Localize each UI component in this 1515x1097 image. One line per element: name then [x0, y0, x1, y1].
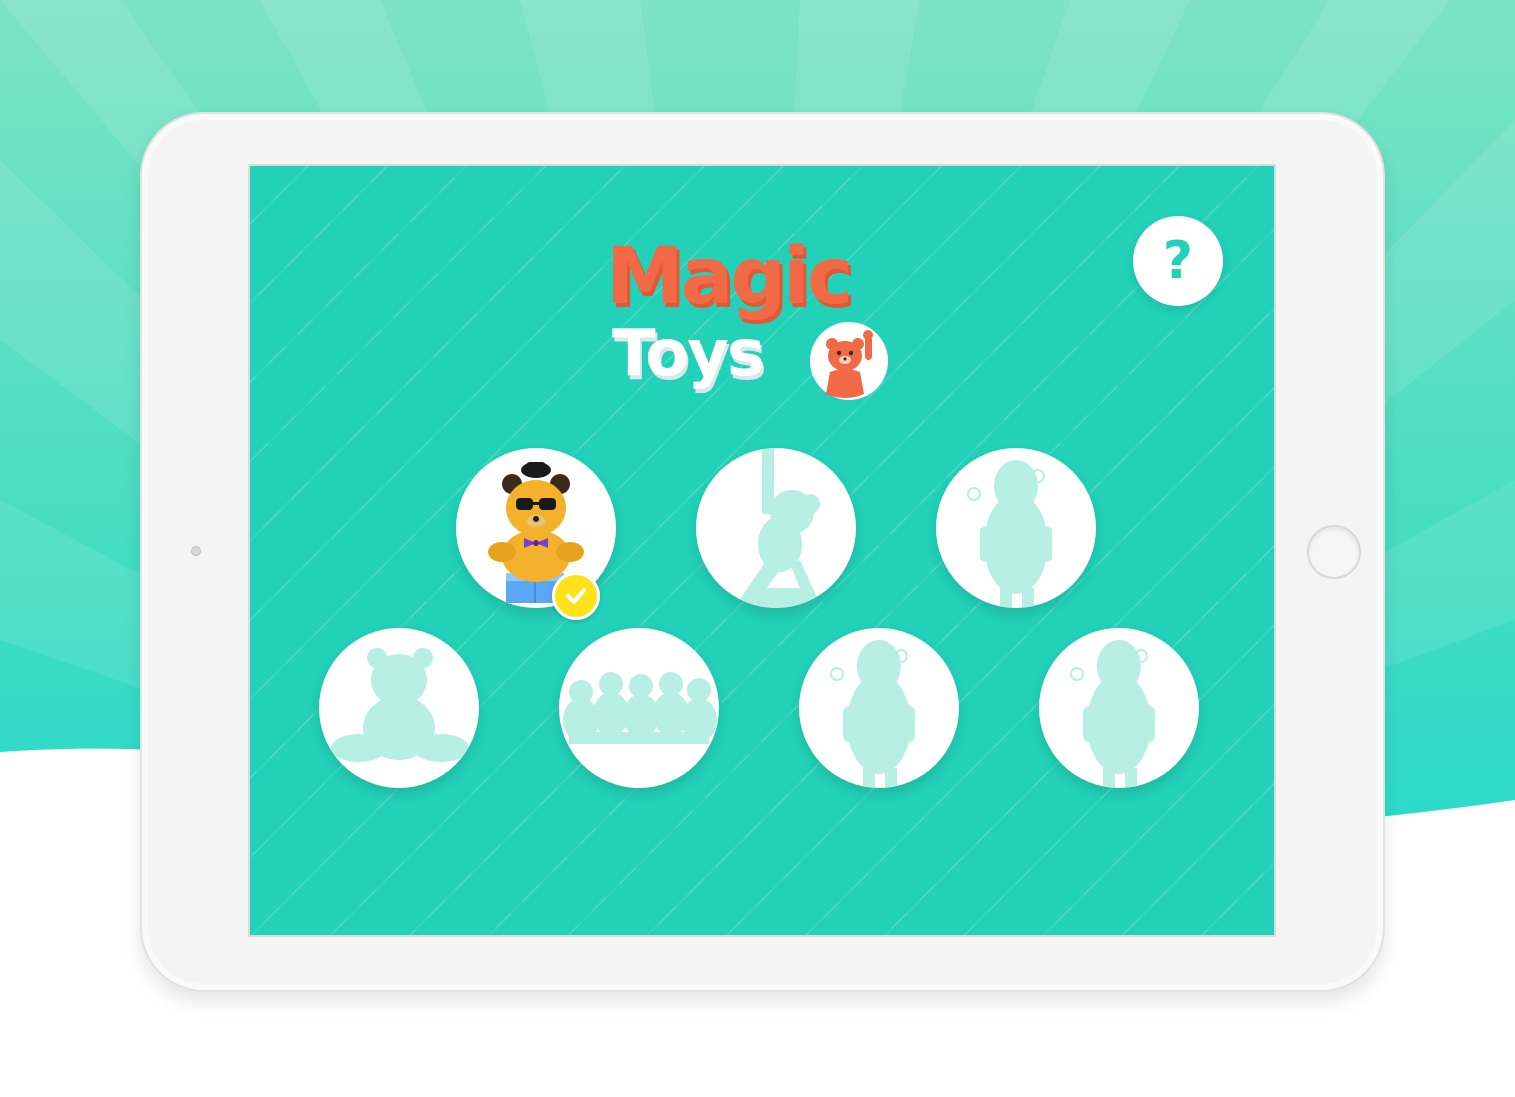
- locked-silhouette-icon: [830, 640, 915, 788]
- toy-bear-unlocked[interactable]: [456, 448, 616, 620]
- logo-title-magic: Magic: [606, 232, 853, 322]
- locked-silhouette-icon: [967, 460, 1052, 608]
- toy-2-image: [696, 448, 856, 608]
- toy-2-locked[interactable]: [696, 448, 856, 608]
- locked-silhouette-icon: [734, 448, 822, 608]
- help-button[interactable]: ?: [1133, 216, 1223, 306]
- toy-3-image: [936, 448, 1096, 608]
- locked-silhouette-icon: [563, 672, 717, 744]
- locked-silhouette-icon: [331, 648, 469, 762]
- toy-3-locked[interactable]: [936, 448, 1096, 608]
- app-logo: Magic Toys: [606, 238, 906, 408]
- toy-4-locked[interactable]: [319, 628, 479, 788]
- question-mark-icon: ?: [1162, 231, 1194, 291]
- logo-title-toys: Toys: [612, 317, 765, 391]
- toy-6-locked[interactable]: [799, 628, 959, 788]
- toy-7-image: [1039, 628, 1199, 788]
- toy-7-locked[interactable]: [1039, 628, 1199, 788]
- toy-4-image: [319, 628, 479, 788]
- toy-5-locked[interactable]: [559, 628, 719, 788]
- front-camera: [191, 546, 201, 556]
- locked-silhouette-icon: [1070, 640, 1155, 788]
- app-showcase: Magic Toys ?: [0, 0, 1515, 1097]
- toy-5-image: [559, 628, 719, 788]
- toy-6-image: [799, 628, 959, 788]
- completed-check-badge: [552, 572, 600, 620]
- bear-mascot-icon: [810, 322, 888, 400]
- checkmark-icon: [566, 588, 586, 604]
- app-screen: Magic Toys ?: [248, 164, 1276, 937]
- home-button[interactable]: [1307, 525, 1361, 579]
